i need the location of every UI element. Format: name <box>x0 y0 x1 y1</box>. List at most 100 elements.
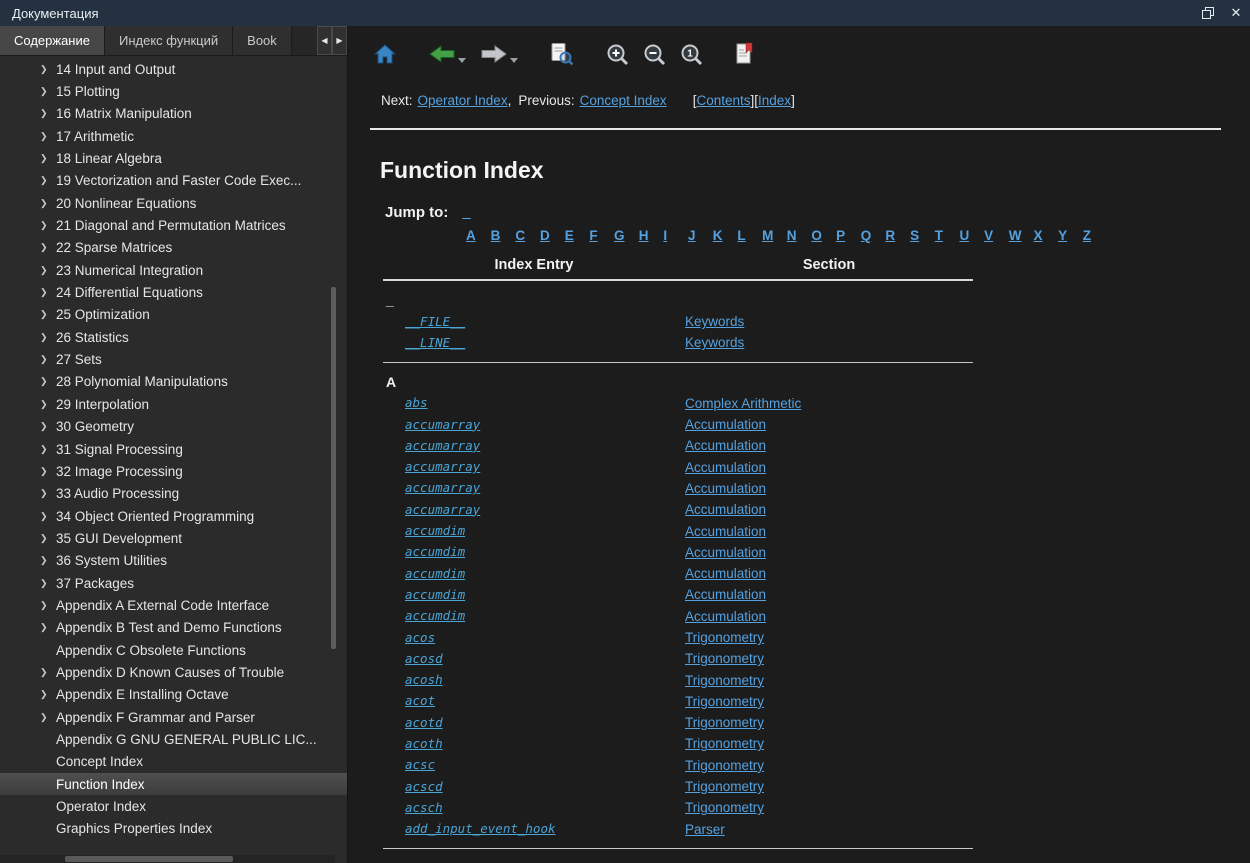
chevron-right-icon[interactable]: ❯ <box>40 242 56 253</box>
sidebar-item[interactable]: ❯33 Audio Processing <box>0 483 347 505</box>
sidebar-item[interactable]: ❯35 GUI Development <box>0 527 347 549</box>
tab-scroll-left-button[interactable]: ◀ <box>317 26 332 55</box>
sidebar-item[interactable]: Graphics Properties Index <box>0 818 347 840</box>
sidebar-item[interactable]: ❯Appendix E Installing Octave <box>0 684 347 706</box>
sidebar-vertical-scrollbar[interactable] <box>331 287 336 649</box>
chevron-right-icon[interactable]: ❯ <box>40 64 56 75</box>
sidebar-horizontal-scrollbar[interactable] <box>0 855 335 863</box>
sidebar-item[interactable]: ❯37 Packages <box>0 572 347 594</box>
sidebar-item[interactable]: ❯15 Plotting <box>0 80 347 102</box>
sidebar-item[interactable]: ❯14 Input and Output <box>0 58 347 80</box>
chevron-right-icon[interactable]: ❯ <box>40 466 56 477</box>
tab-scroll-right-button[interactable]: ▶ <box>332 26 347 55</box>
index-entry-link[interactable]: accumdim <box>405 523 465 538</box>
sidebar-item[interactable]: ❯Appendix B Test and Demo Functions <box>0 617 347 639</box>
index-entry-link[interactable]: acsc <box>405 757 435 772</box>
jump-letter-A[interactable]: A <box>466 228 491 243</box>
index-entry-link[interactable]: __LINE__ <box>405 335 465 350</box>
chevron-right-icon[interactable]: ❯ <box>40 689 56 700</box>
sidebar-item[interactable]: ❯21 Diagonal and Permutation Matrices <box>0 214 347 236</box>
index-entry-link[interactable]: acoth <box>405 736 443 751</box>
home-button[interactable] <box>374 44 396 64</box>
find-in-document-button[interactable] <box>550 42 574 66</box>
section-link[interactable]: Trigonometry <box>685 694 764 709</box>
chevron-right-icon[interactable]: ❯ <box>40 488 56 499</box>
chevron-right-icon[interactable]: ❯ <box>40 354 56 365</box>
section-link[interactable]: Accumulation <box>685 545 766 560</box>
chevron-right-icon[interactable]: ❯ <box>40 108 56 119</box>
jump-letter-W[interactable]: W <box>1009 228 1034 243</box>
chevron-right-icon[interactable]: ❯ <box>40 555 56 566</box>
jump-letter-C[interactable]: C <box>515 228 540 243</box>
back-button[interactable] <box>428 44 466 64</box>
jump-letter-underscore[interactable]: _ <box>462 204 470 221</box>
jump-letter-F[interactable]: F <box>589 228 614 243</box>
chevron-right-icon[interactable]: ❯ <box>40 265 56 276</box>
sidebar-item[interactable]: ❯25 Optimization <box>0 304 347 326</box>
index-entry-link[interactable]: accumarray <box>405 417 480 432</box>
chevron-right-icon[interactable]: ❯ <box>40 153 56 164</box>
sidebar-item[interactable]: Concept Index <box>0 751 347 773</box>
index-entry-link[interactable]: add_input_event_hook <box>405 821 556 836</box>
section-link[interactable]: Trigonometry <box>685 673 764 688</box>
jump-letter-E[interactable]: E <box>565 228 590 243</box>
chevron-right-icon[interactable]: ❯ <box>40 175 56 186</box>
index-entry-link[interactable]: accumdim <box>405 587 465 602</box>
jump-letter-O[interactable]: O <box>811 228 836 243</box>
contents-link[interactable]: Contents <box>696 93 750 108</box>
chevron-right-icon[interactable]: ❯ <box>40 600 56 611</box>
sidebar-item[interactable]: ❯29 Interpolation <box>0 393 347 415</box>
sidebar-item[interactable]: ❯34 Object Oriented Programming <box>0 505 347 527</box>
sidebar-item[interactable]: ❯Appendix A External Code Interface <box>0 594 347 616</box>
section-link[interactable]: Accumulation <box>685 502 766 517</box>
section-link[interactable]: Trigonometry <box>685 715 764 730</box>
chevron-right-icon[interactable]: ❯ <box>40 332 56 343</box>
jump-letter-X[interactable]: X <box>1033 228 1058 243</box>
chevron-right-icon[interactable]: ❯ <box>40 667 56 678</box>
chevron-right-icon[interactable]: ❯ <box>40 399 56 410</box>
section-link[interactable]: Parser <box>685 822 725 837</box>
index-entry-link[interactable]: acosh <box>405 672 443 687</box>
zoom-out-button[interactable] <box>643 43 666 66</box>
jump-letter-Y[interactable]: Y <box>1058 228 1083 243</box>
section-link[interactable]: Accumulation <box>685 587 766 602</box>
section-link[interactable]: Accumulation <box>685 481 766 496</box>
chevron-right-icon[interactable]: ❯ <box>40 533 56 544</box>
tab-book[interactable]: Book <box>233 26 292 55</box>
forward-button[interactable] <box>480 44 518 64</box>
sidebar-item[interactable]: Appendix C Obsolete Functions <box>0 639 347 661</box>
section-link[interactable]: Keywords <box>685 314 744 329</box>
section-link[interactable]: Trigonometry <box>685 736 764 751</box>
index-entry-link[interactable]: accumdim <box>405 608 465 623</box>
section-link[interactable]: Trigonometry <box>685 651 764 666</box>
chevron-right-icon[interactable]: ❯ <box>40 309 56 320</box>
sidebar-item[interactable]: ❯36 System Utilities <box>0 550 347 572</box>
chevron-right-icon[interactable]: ❯ <box>40 220 56 231</box>
jump-letter-D[interactable]: D <box>540 228 565 243</box>
section-link[interactable]: Accumulation <box>685 438 766 453</box>
tab-contents[interactable]: Содержание <box>0 26 105 55</box>
sidebar-item[interactable]: Operator Index <box>0 795 347 817</box>
jump-letter-M[interactable]: M <box>762 228 787 243</box>
jump-letter-Q[interactable]: Q <box>861 228 886 243</box>
index-entry-link[interactable]: acscd <box>405 779 443 794</box>
sidebar-item[interactable]: ❯30 Geometry <box>0 416 347 438</box>
index-entry-link[interactable]: acos <box>405 630 435 645</box>
index-entry-link[interactable]: accumdim <box>405 544 465 559</box>
index-entry-link[interactable]: accumarray <box>405 480 480 495</box>
sidebar-horizontal-scrollbar-thumb[interactable] <box>65 856 233 862</box>
chevron-right-icon[interactable]: ❯ <box>40 421 56 432</box>
sidebar-item[interactable]: ❯16 Matrix Manipulation <box>0 103 347 125</box>
sidebar-item[interactable]: ❯17 Arithmetic <box>0 125 347 147</box>
section-link[interactable]: Accumulation <box>685 524 766 539</box>
section-link[interactable]: Accumulation <box>685 609 766 624</box>
index-entry-link[interactable]: acosd <box>405 651 443 666</box>
chevron-right-icon[interactable]: ❯ <box>40 86 56 97</box>
chevron-right-icon[interactable]: ❯ <box>40 131 56 142</box>
section-link[interactable]: Trigonometry <box>685 758 764 773</box>
section-link[interactable]: Trigonometry <box>685 630 764 645</box>
index-link[interactable]: Index <box>758 93 791 108</box>
chevron-right-icon[interactable]: ❯ <box>40 198 56 209</box>
zoom-in-button[interactable] <box>606 43 629 66</box>
index-entry-link[interactable]: accumarray <box>405 438 480 453</box>
